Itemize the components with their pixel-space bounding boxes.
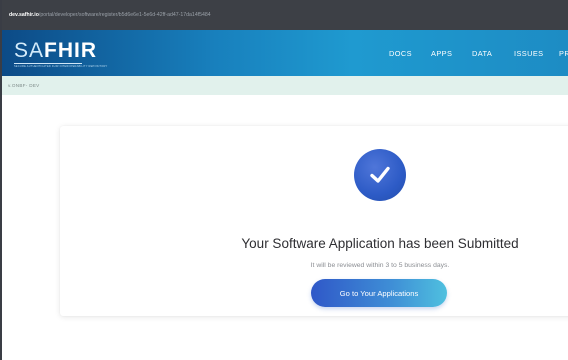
logo-underline bbox=[14, 63, 82, 64]
nav-pr[interactable]: PR bbox=[559, 49, 568, 58]
logo-tagline: SECURE AUTHENTICATED FHIR INTEROPERABILI… bbox=[14, 65, 108, 68]
browser-address-bar[interactable]: dev.safhir.io/portal/developer/software/… bbox=[0, 0, 568, 30]
breadcrumb[interactable]: v.ONBF- DEV bbox=[8, 83, 40, 88]
breadcrumb-bar: v.ONBF- DEV bbox=[0, 76, 568, 95]
check-icon bbox=[354, 149, 406, 201]
review-notice: It will be reviewed within 3 to 5 busine… bbox=[310, 262, 450, 269]
app-header: SAFHIR SECURE AUTHENTICATED FHIR INTEROP… bbox=[0, 30, 568, 76]
nav-data[interactable]: DATA bbox=[472, 49, 492, 58]
submission-title: Your Software Application has been Submi… bbox=[241, 236, 519, 251]
url-path: /portal/developer/software/register/b5d6… bbox=[38, 12, 211, 18]
check-mark-glyph bbox=[370, 166, 390, 183]
nav-apps[interactable]: APPS bbox=[431, 49, 452, 58]
nav-docs[interactable]: DOCS bbox=[389, 49, 412, 58]
safhir-logo[interactable]: SAFHIR SECURE AUTHENTICATED FHIR INTEROP… bbox=[14, 40, 107, 68]
go-to-applications-button[interactable]: Go to Your Applications bbox=[311, 279, 447, 307]
url-host: dev.safhir.io bbox=[9, 12, 39, 18]
logo-wordmark: SAFHIR bbox=[14, 39, 98, 62]
nav-issues[interactable]: ISSUES bbox=[514, 49, 544, 58]
